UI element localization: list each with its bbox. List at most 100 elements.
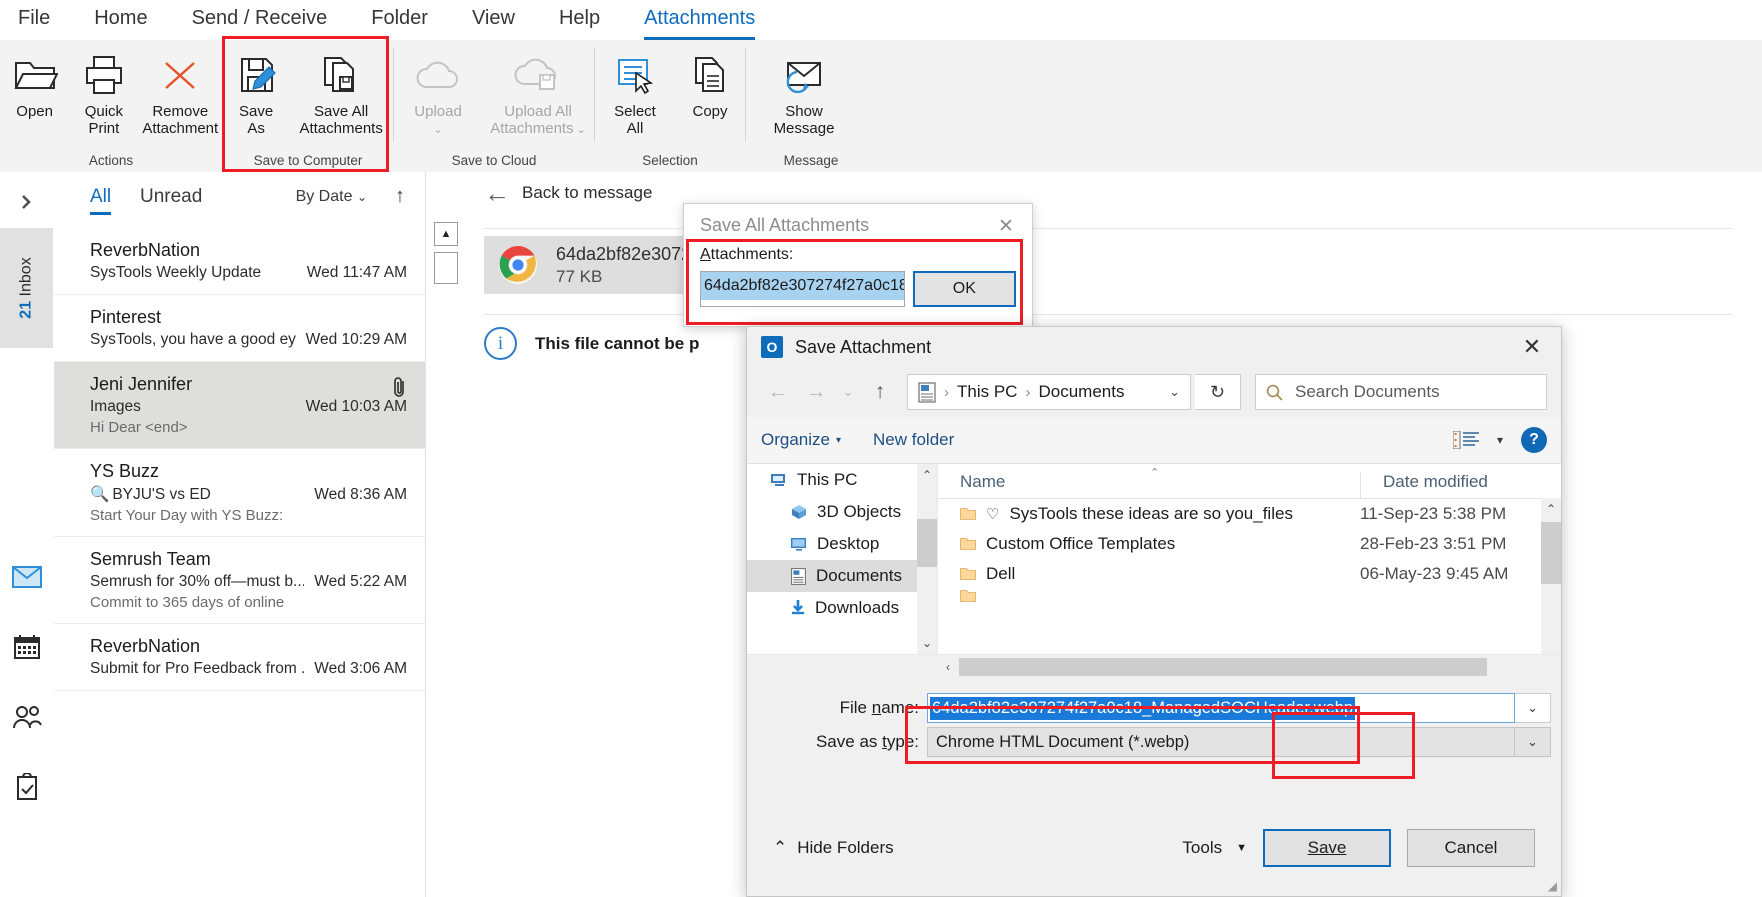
calendar-icon[interactable] bbox=[0, 612, 53, 682]
file-list-scrollbar[interactable]: ⌃ bbox=[1541, 498, 1561, 654]
breadcrumb-documents[interactable]: Documents bbox=[1038, 382, 1124, 402]
view-layout-icon[interactable] bbox=[1452, 431, 1479, 449]
tree-item-label: This PC bbox=[797, 470, 858, 489]
file-name: Custom Office Templates bbox=[986, 534, 1176, 553]
tab-help[interactable]: Help bbox=[559, 7, 600, 34]
ribbon-group-save-to-computer-label: Save to Computer bbox=[253, 153, 363, 168]
filter-tab-unread[interactable]: Unread bbox=[140, 186, 202, 208]
people-icon[interactable] bbox=[0, 682, 53, 752]
help-icon[interactable]: ? bbox=[1521, 427, 1547, 453]
scroll-thumb[interactable] bbox=[434, 252, 458, 284]
filetype-label: Save as type: bbox=[815, 732, 919, 751]
scroll-down-button[interactable]: ⌄ bbox=[917, 632, 937, 654]
tab-view[interactable]: View bbox=[472, 7, 515, 34]
filetype-dropdown-button[interactable]: ⌄ bbox=[1515, 727, 1551, 757]
back-to-message-button[interactable]: ← Back to message bbox=[484, 180, 652, 206]
chevron-down-icon[interactable]: ⌄ bbox=[1169, 384, 1180, 400]
filename-row: File name: 64da2bf82e307274f27a0c18_Mana… bbox=[747, 691, 1561, 725]
select-all-button[interactable]: Select All bbox=[595, 46, 675, 137]
tree-item-documents[interactable]: Documents bbox=[747, 560, 937, 592]
reading-pane-scrollbar[interactable]: ▲ bbox=[434, 222, 458, 352]
ok-button[interactable]: OK bbox=[912, 271, 1016, 307]
breadcrumb-this-pc[interactable]: This PC bbox=[957, 382, 1017, 402]
attachments-listbox[interactable]: 64da2bf82e307274f27a0c18_Ma bbox=[700, 271, 905, 307]
column-header-date-modified[interactable]: Date modified bbox=[1360, 472, 1561, 498]
table-row[interactable]: Dell 06-May-23 9:45 AM bbox=[938, 559, 1561, 589]
up-button[interactable]: ↑ bbox=[863, 375, 897, 409]
table-row[interactable]: ♡ SysTools these ideas are so you_files … bbox=[938, 499, 1561, 529]
cancel-button[interactable]: Cancel bbox=[1407, 829, 1535, 867]
close-icon[interactable]: ✕ bbox=[994, 214, 1018, 238]
resize-grip[interactable]: ◢ bbox=[1548, 879, 1557, 893]
tab-attachments[interactable]: Attachments bbox=[644, 7, 756, 40]
close-icon[interactable]: ✕ bbox=[1503, 327, 1561, 367]
mail-icon[interactable] bbox=[0, 542, 53, 612]
open-button[interactable]: Open bbox=[0, 46, 69, 120]
tab-folder[interactable]: Folder bbox=[371, 7, 428, 34]
list-item[interactable]: 64da2bf82e307274f27a0c18_Ma bbox=[701, 272, 904, 300]
save-all-attachments-button[interactable]: Save All Attachments bbox=[289, 46, 393, 137]
tree-scrollbar[interactable]: ⌃ ⌄ bbox=[917, 464, 937, 654]
tab-send-receive[interactable]: Send / Receive bbox=[192, 7, 328, 34]
list-item[interactable]: Pinterest SysTools, you have a good eye W… bbox=[54, 295, 425, 362]
save-button[interactable]: Save bbox=[1263, 829, 1391, 867]
tools-button[interactable]: Tools ▼ bbox=[1182, 838, 1247, 858]
this-pc-icon bbox=[771, 473, 787, 487]
message-subject: 🔍 BYJU'S vs ED bbox=[90, 486, 211, 503]
tree-item-downloads[interactable]: Downloads bbox=[747, 592, 937, 624]
sort-order-button[interactable]: ↑ bbox=[395, 185, 405, 208]
scroll-left-button[interactable]: ‹ bbox=[937, 660, 959, 674]
scroll-up-button[interactable]: ⌃ bbox=[917, 464, 937, 486]
tasks-icon[interactable] bbox=[0, 752, 53, 822]
scroll-thumb[interactable] bbox=[1541, 522, 1561, 584]
dialog-title: Save All Attachments bbox=[700, 215, 870, 235]
filetype-row: Save as type: Chrome HTML Document (*.we… bbox=[747, 725, 1561, 759]
organize-button[interactable]: Organize ▾ bbox=[761, 430, 841, 450]
sort-by-date-button[interactable]: By Date ⌄ bbox=[296, 188, 367, 206]
copy-button[interactable]: Copy bbox=[675, 46, 745, 120]
save-as-button[interactable]: Save As bbox=[223, 46, 289, 137]
expand-folder-pane-button[interactable] bbox=[0, 182, 53, 222]
address-bar[interactable]: › This PC › Documents ⌄ bbox=[907, 374, 1191, 410]
remove-attachment-button[interactable]: Remove Attachment bbox=[139, 46, 222, 137]
show-message-icon bbox=[780, 50, 828, 100]
tab-file[interactable]: File bbox=[18, 7, 50, 34]
scroll-thumb[interactable] bbox=[959, 658, 1487, 676]
navigation-tree: This PC 3D Objects Desktop Documents Dow… bbox=[747, 464, 938, 654]
save-as-button-label: Save As bbox=[239, 103, 274, 137]
scroll-up-button[interactable]: ⌃ bbox=[1541, 498, 1561, 520]
scroll-thumb[interactable] bbox=[917, 519, 937, 567]
list-item[interactable]: Semrush Team Semrush for 30% off—must b.… bbox=[54, 537, 425, 624]
new-folder-button[interactable]: New folder bbox=[873, 430, 954, 450]
refresh-icon[interactable]: ↻ bbox=[1195, 374, 1241, 410]
chevron-down-icon: ⌄ bbox=[573, 124, 586, 136]
show-message-button[interactable]: Show Message bbox=[746, 46, 862, 137]
filter-tab-all[interactable]: All bbox=[90, 186, 112, 215]
table-row[interactable]: Custom Office Templates 28-Feb-23 3:51 P… bbox=[938, 529, 1561, 559]
tree-item-desktop[interactable]: Desktop bbox=[747, 528, 937, 560]
list-item[interactable]: Jeni Jennifer Images Wed 10:03 AM Hi Dear… bbox=[54, 362, 425, 449]
filename-dropdown-button[interactable]: ⌄ bbox=[1515, 693, 1551, 723]
forward-button[interactable]: → bbox=[799, 375, 833, 409]
ribbon-group-selection: Select All Copy Selection bbox=[595, 40, 745, 172]
horizontal-scrollbar[interactable]: ‹ bbox=[747, 654, 1561, 679]
scroll-up-button[interactable]: ▲ bbox=[434, 222, 458, 246]
filename-input[interactable]: 64da2bf82e307274f27a0c18_ManagedSOCHeade… bbox=[927, 693, 1515, 723]
search-input[interactable]: Search Documents bbox=[1255, 374, 1547, 410]
table-row[interactable] bbox=[938, 589, 1561, 603]
tree-item-3d-objects[interactable]: 3D Objects bbox=[747, 496, 937, 528]
recent-locations-button[interactable]: ⌄ bbox=[837, 375, 859, 409]
list-item[interactable]: ReverbNation SysTools Weekly Update Wed 1… bbox=[54, 228, 425, 295]
tab-home[interactable]: Home bbox=[94, 7, 147, 34]
filetype-select[interactable]: Chrome HTML Document (*.webp) bbox=[927, 727, 1515, 757]
back-button[interactable]: ← bbox=[761, 375, 795, 409]
quick-print-button[interactable]: Quick Print bbox=[69, 46, 138, 137]
message-sender: Jeni Jennifer bbox=[90, 374, 193, 394]
hide-folders-button[interactable]: ⌃ Hide Folders bbox=[773, 838, 894, 858]
list-item[interactable]: ReverbNation Submit for Pro Feedback fro… bbox=[54, 624, 425, 691]
column-header-name[interactable]: Name bbox=[938, 472, 1360, 498]
tree-item-this-pc[interactable]: This PC bbox=[747, 464, 937, 496]
chevron-down-icon[interactable]: ▾ bbox=[1497, 433, 1503, 447]
list-item[interactable]: YS Buzz 🔍 BYJU'S vs ED Wed 8:36 AM Start Y… bbox=[54, 449, 425, 537]
sidebar-item-inbox[interactable]: 21 Inbox bbox=[0, 228, 53, 348]
